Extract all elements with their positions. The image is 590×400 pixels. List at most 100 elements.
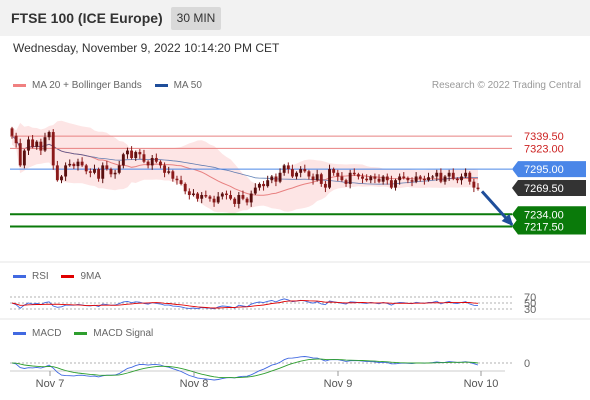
candle-body (97, 169, 101, 179)
candle-body (439, 172, 443, 182)
candle-body (332, 169, 336, 173)
candle-body (22, 150, 26, 166)
candle-body (389, 180, 393, 188)
macd-line (11, 356, 479, 381)
candle-body (274, 176, 278, 182)
candle-body (464, 172, 468, 177)
candle-body (171, 171, 175, 179)
candle-body (142, 154, 146, 162)
candle-body (286, 165, 290, 170)
candle-body (303, 169, 307, 172)
candle-body (385, 176, 389, 181)
candle-body (233, 198, 237, 204)
candle-body (229, 195, 233, 199)
candle-body (101, 165, 105, 179)
candle-body (27, 139, 30, 151)
candle-body (295, 172, 298, 177)
candle-body (257, 183, 261, 188)
candle-body (39, 141, 43, 151)
candle-body (245, 198, 249, 203)
candle-body (451, 172, 455, 179)
candle-body (311, 176, 315, 181)
candle-body (373, 176, 377, 179)
candle-body (253, 187, 257, 194)
candle-body (402, 176, 406, 178)
candle-body (282, 165, 286, 173)
candle-body (406, 177, 410, 181)
candle-body (146, 161, 150, 166)
candle-body (134, 152, 138, 158)
candle-body (163, 165, 167, 173)
candle-body (340, 176, 344, 181)
candle-body (183, 183, 187, 192)
candle-body (154, 157, 158, 162)
candle-body (422, 178, 426, 181)
candle-body (10, 128, 14, 136)
candle-body (55, 165, 59, 181)
candle-body (31, 139, 35, 147)
candle-body (377, 178, 381, 182)
candle-body (290, 169, 294, 177)
macd-tick-0: 0 (524, 358, 530, 370)
candle-body (460, 176, 463, 181)
rsi-line (11, 298, 479, 310)
candle-body (431, 176, 435, 178)
candle-body (192, 193, 195, 196)
candle-body (468, 172, 472, 182)
candle-body (84, 165, 88, 172)
candle-body (179, 180, 183, 184)
candle-body (361, 176, 364, 179)
candle-body (414, 176, 418, 182)
indicators-layer (10, 296, 512, 381)
candle-body (410, 180, 414, 182)
candle-body (270, 176, 274, 181)
level-label-7217.50: 7217.50 (524, 222, 564, 234)
candle-body (14, 135, 18, 144)
candle-body (43, 137, 47, 151)
candle-body (447, 172, 451, 177)
candle-body (328, 169, 331, 188)
candle-body (167, 171, 171, 173)
candle-body (369, 176, 373, 181)
candle-body (262, 183, 266, 187)
candle-body (117, 165, 121, 173)
bollinger-band-fill (12, 120, 478, 214)
level-label-7295.00: 7295.00 (524, 164, 564, 176)
candle-body (130, 150, 134, 158)
candle-body (266, 180, 270, 187)
candle-body (64, 165, 68, 177)
candle-body (237, 195, 241, 204)
x-tick-label: Nov 9 (324, 378, 353, 390)
candle-body (418, 176, 422, 179)
candle-body (224, 193, 228, 196)
candle-body (216, 196, 220, 203)
candle-body (196, 193, 200, 199)
candle-body (299, 169, 303, 173)
candle-body (51, 132, 55, 166)
candle-body (455, 178, 459, 181)
candle-body (113, 172, 117, 175)
candle-body (443, 176, 447, 182)
candle-body (187, 191, 191, 196)
candle-body (200, 195, 204, 199)
candle-body (208, 196, 212, 199)
candle-body (398, 176, 402, 181)
candle-body (159, 161, 162, 166)
candle-body (365, 178, 369, 181)
candle-body (348, 172, 352, 184)
candle-body (80, 161, 84, 166)
price-chart: 7339.507323.007295.007269.507234.007217.… (0, 120, 590, 390)
candle-body (35, 141, 39, 147)
rsi-9ma-line (11, 300, 479, 309)
candle-body (212, 198, 216, 203)
level-label-7339.50: 7339.50 (524, 131, 564, 143)
candle-body (352, 172, 356, 175)
candle-body (138, 152, 142, 155)
candle-body (220, 193, 224, 197)
candle-body (109, 169, 113, 175)
candle-body (394, 180, 397, 188)
candle-body (88, 171, 92, 173)
candle-body (204, 195, 208, 197)
candle-body (68, 163, 72, 166)
candle-body (150, 157, 154, 166)
